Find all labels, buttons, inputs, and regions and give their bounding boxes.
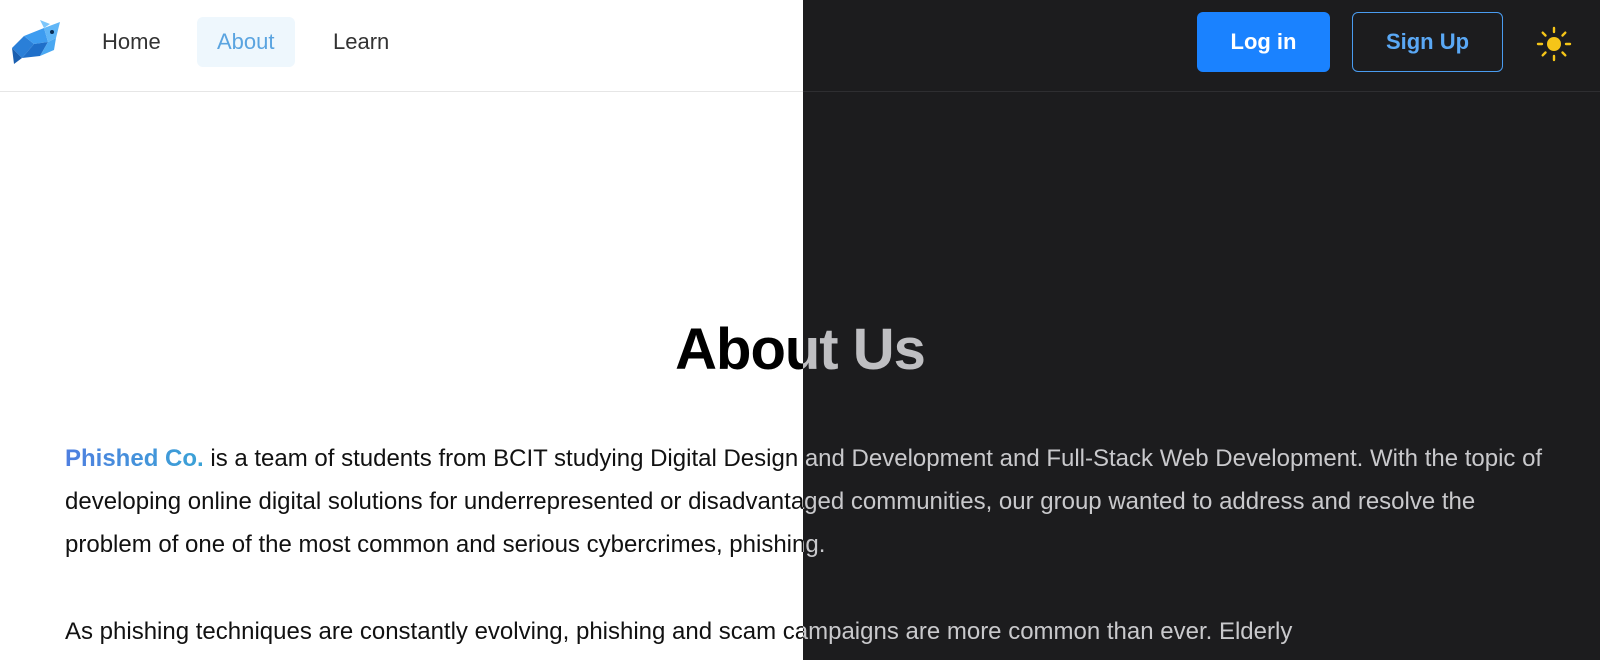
nav-link-learn[interactable]: Learn	[313, 17, 409, 67]
signup-button-dark[interactable]: Sign Up	[1352, 12, 1503, 72]
login-button-dark[interactable]: Log in	[1197, 12, 1330, 72]
nav-link-home[interactable]: Home	[82, 17, 181, 67]
fish-logo-icon[interactable]	[10, 18, 62, 66]
brand-name: Phished Co.	[65, 445, 204, 472]
nav-link-about[interactable]: About	[197, 17, 295, 67]
sun-icon-dark[interactable]	[1536, 26, 1572, 62]
